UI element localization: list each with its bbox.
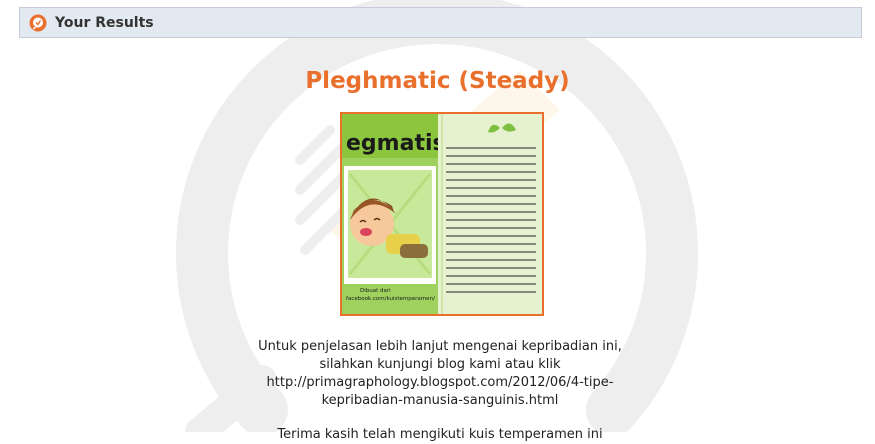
description-line: silahkan kunjungi blog kami atau klik <box>319 357 561 372</box>
thank-you-text: Terima kasih telah mengikuti kuis temper… <box>277 427 603 442</box>
results-header: Your Results <box>19 7 862 38</box>
image-caption-line1: Dibuat dari <box>360 288 391 294</box>
blog-link[interactable]: kepribadian-manusia-sanguinis.html <box>230 392 650 410</box>
blog-link[interactable]: http://primagraphology.blogspot.com/2012… <box>230 374 650 392</box>
image-caption-line2: facebook.com/kuistemperamen/ <box>346 296 435 302</box>
description-line: Untuk penjelasan lebih lanjut mengenai k… <box>258 339 622 354</box>
result-description: Untuk penjelasan lebih lanjut mengenai k… <box>230 338 650 410</box>
result-title: Pleghmatic (Steady) <box>305 68 570 94</box>
speech-bubble-icon <box>29 14 47 32</box>
result-illustration: egmatis Dibuat dari facebook.com/kuistem… <box>342 114 542 314</box>
header-title: Your Results <box>55 14 154 31</box>
result-image: egmatis Dibuat dari facebook.com/kuistem… <box>340 112 544 316</box>
image-heading: egmatis <box>346 131 446 156</box>
